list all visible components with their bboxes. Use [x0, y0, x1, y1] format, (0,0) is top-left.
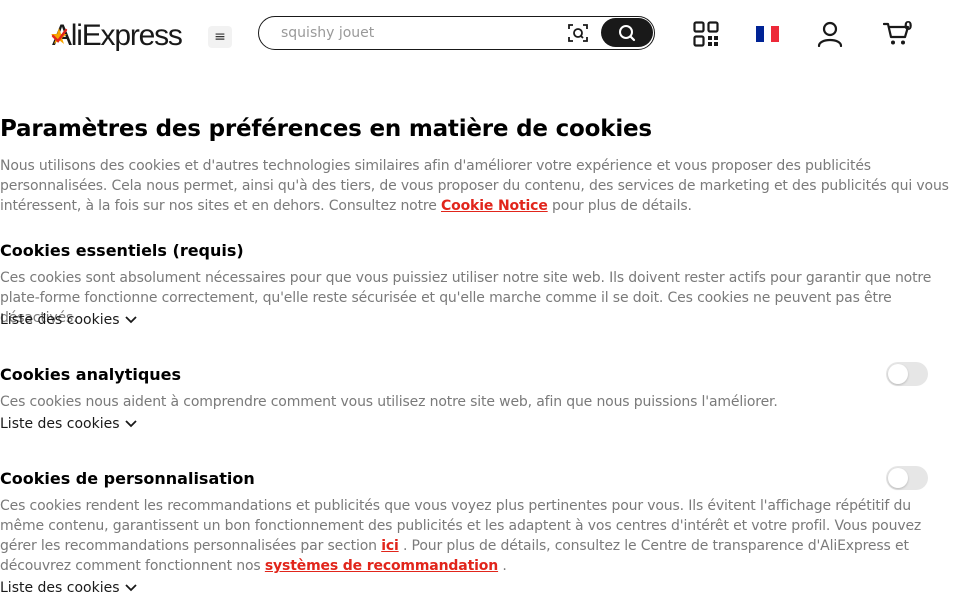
aliexpress-logo[interactable]: AliExpress [51, 17, 183, 55]
search-input[interactable] [281, 23, 551, 43]
cart-count-badge: 0 [904, 19, 913, 33]
personalization-cookies-toggle[interactable] [886, 466, 928, 490]
france-flag-icon[interactable] [756, 26, 780, 42]
menu-icon: ≡ [214, 29, 226, 45]
toggle-knob [888, 468, 908, 488]
page-title: Paramètres des préférences en matière de… [0, 116, 652, 142]
personalization-cookies-list-toggle[interactable]: Liste des cookies [0, 580, 138, 596]
menu-button[interactable]: ≡ [208, 26, 232, 48]
essential-cookies-title: Cookies essentiels (requis) [0, 241, 244, 260]
search-bar [258, 16, 655, 50]
chevron-down-icon [124, 420, 137, 428]
analytics-cookies-desc: Ces cookies nous aident à comprendre com… [0, 394, 778, 410]
chevron-down-icon [124, 584, 137, 592]
toggle-knob [888, 364, 908, 384]
search-button[interactable] [601, 18, 653, 47]
personalization-cookies-title: Cookies de personnalisation [0, 469, 255, 488]
logo-star-icon [51, 28, 68, 44]
recommendation-systems-link[interactable]: systèmes de recommandation [265, 558, 498, 574]
intro-text: Nous utilisons des cookies et d'autres t… [0, 158, 949, 214]
camera-search-icon[interactable] [567, 23, 589, 43]
analytics-cookies-toggle[interactable] [886, 362, 928, 386]
chevron-down-icon [124, 316, 137, 324]
search-icon [619, 24, 636, 41]
essential-cookies-desc: Ces cookies sont absolument nécessaires … [0, 270, 932, 326]
logo-text: AliExpress [52, 19, 183, 52]
user-icon[interactable] [817, 21, 843, 47]
qr-code-icon[interactable] [693, 21, 719, 47]
personalization-cookies-desc: Ces cookies rendent les recommandations … [0, 498, 922, 574]
header: AliExpress ≡ squishy jouet 0 [0, 0, 960, 70]
analytics-cookies-list-toggle[interactable]: Liste des cookies [0, 416, 138, 432]
essential-cookies-list-toggle[interactable]: Liste des cookies [0, 312, 138, 328]
cookie-notice-link[interactable]: Cookie Notice [441, 198, 548, 214]
manage-recommendations-link[interactable]: ici [381, 538, 399, 554]
analytics-cookies-title: Cookies analytiques [0, 365, 182, 384]
